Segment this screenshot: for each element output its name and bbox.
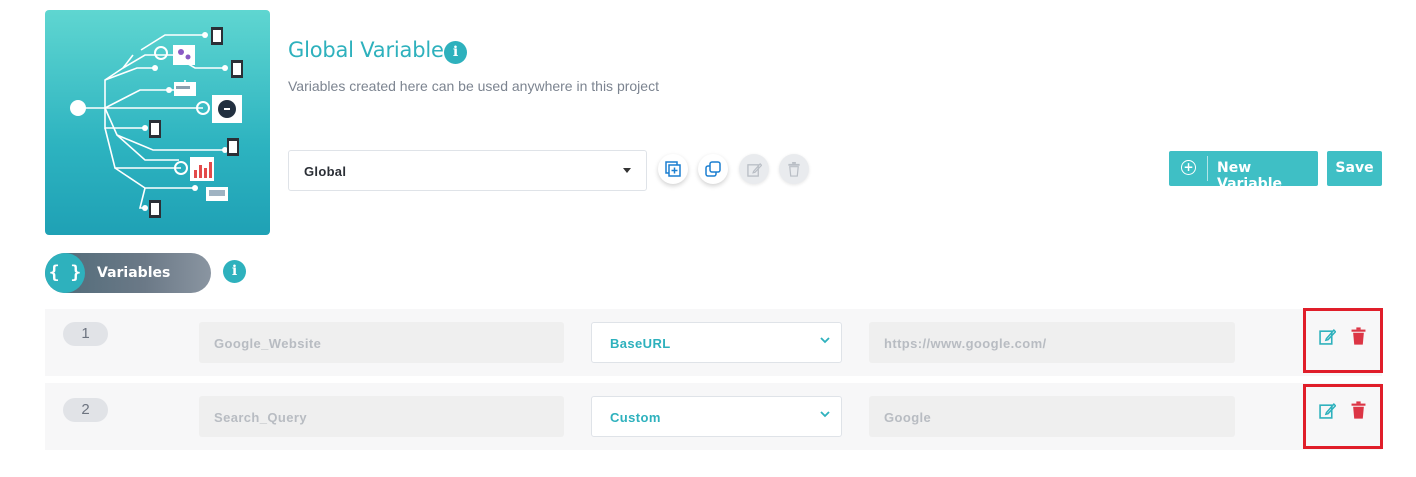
variables-section-label: Variables <box>97 265 171 281</box>
row-actions-highlight <box>1303 384 1383 449</box>
info-icon[interactable]: i <box>444 41 467 64</box>
variable-value-field[interactable]: Google <box>869 396 1235 437</box>
copy-scope-button[interactable] <box>698 154 728 184</box>
row-index: 1 <box>63 322 108 346</box>
row-index: 2 <box>63 398 108 422</box>
page-title: Global Variable <box>288 38 444 62</box>
variable-value-text: https://www.google.com/ <box>884 336 1047 351</box>
delete-scope-button[interactable] <box>779 154 809 184</box>
new-variable-button[interactable]: + New Variable <box>1169 151 1318 192</box>
copy-icon <box>705 161 721 177</box>
new-variable-label: New Variable <box>1217 160 1282 192</box>
variable-name-field[interactable]: Search_Query <box>199 396 564 437</box>
scope-select[interactable]: Global <box>288 150 647 191</box>
caret-down-icon <box>623 168 631 173</box>
save-button[interactable]: Save <box>1327 151 1382 186</box>
variable-name-value: Search_Query <box>214 410 307 425</box>
row-actions-highlight <box>1303 308 1383 373</box>
edit-icon <box>746 162 762 177</box>
chevron-down-icon <box>820 411 830 418</box>
global-variable-illustration <box>45 10 270 235</box>
variable-name-value: Google_Website <box>214 336 322 351</box>
scope-select-value: Global <box>304 164 347 179</box>
trash-icon[interactable] <box>1351 327 1366 345</box>
chevron-down-icon <box>820 337 830 344</box>
trash-icon[interactable] <box>1351 401 1366 419</box>
variable-row: 2 Search_Query Custom Google <box>45 383 1382 450</box>
variable-value-field[interactable]: https://www.google.com/ <box>869 322 1235 363</box>
variables-info-icon[interactable]: i <box>223 260 246 283</box>
variable-name-field[interactable]: Google_Website <box>199 322 564 363</box>
variables-section-tab[interactable]: { } Variables <box>45 253 211 293</box>
plus-circle-icon: + <box>1181 160 1196 175</box>
trash-icon <box>788 161 800 177</box>
add-scope-button[interactable] <box>658 154 688 184</box>
variable-type-value: BaseURL <box>610 336 671 351</box>
edit-icon[interactable] <box>1319 402 1336 419</box>
variable-type-select[interactable]: Custom <box>591 396 842 437</box>
braces-icon: { } <box>45 253 85 293</box>
page-subtitle: Variables created here can be used anywh… <box>288 78 659 94</box>
button-divider <box>1207 156 1208 181</box>
variable-row: 1 Google_Website BaseURL https://www.goo… <box>45 309 1382 376</box>
add-box-icon <box>665 161 681 177</box>
variable-value-text: Google <box>884 410 932 425</box>
variable-type-value: Custom <box>610 410 661 425</box>
variable-type-select[interactable]: BaseURL <box>591 322 842 363</box>
edit-icon[interactable] <box>1319 328 1336 345</box>
global-variable-page: Global Variable i Variables created here… <box>0 0 1416 477</box>
edit-scope-button[interactable] <box>739 154 769 184</box>
